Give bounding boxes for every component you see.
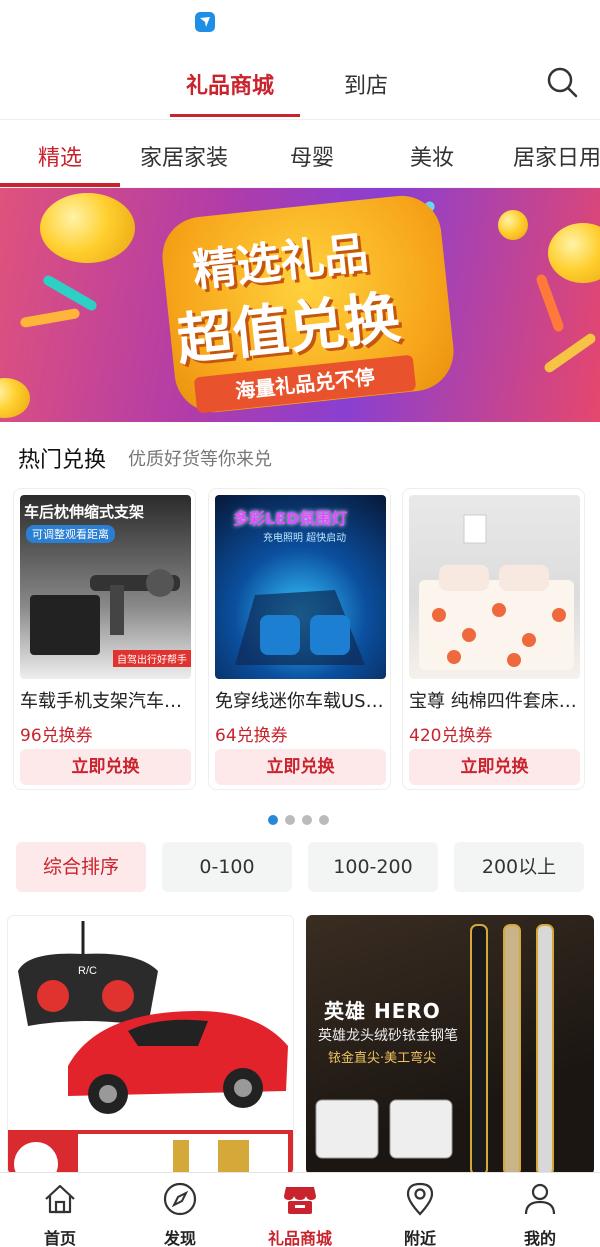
product-price: 420兑换券 bbox=[409, 726, 493, 746]
product-image: 车后枕伸缩式支架 可调整观看距离 自驾出行好帮手 bbox=[20, 495, 191, 679]
nav-nearby[interactable]: 附近 bbox=[370, 1179, 470, 1247]
hot-product-list: 车后枕伸缩式支架 可调整观看距离 自驾出行好帮手 车载手机支架汽车后座头枕 96… bbox=[0, 488, 600, 790]
coin-decoration bbox=[0, 378, 30, 418]
nav-gift-mall[interactable]: 礼品商城 bbox=[250, 1179, 350, 1247]
filter-default-sort[interactable]: 综合排序 bbox=[16, 842, 146, 892]
hot-subtitle: 优质好货等你来兑 bbox=[128, 449, 272, 470]
search-icon[interactable] bbox=[544, 64, 580, 100]
nav-profile[interactable]: 我的 bbox=[490, 1179, 590, 1247]
hot-section-header: 热门兑换 优质好货等你来兑 bbox=[0, 422, 600, 488]
filter-200-plus[interactable]: 200以上 bbox=[454, 842, 584, 892]
pager-dot[interactable] bbox=[319, 815, 329, 825]
shop-icon bbox=[284, 1187, 316, 1214]
active-tab-indicator bbox=[170, 114, 300, 117]
status-bar bbox=[0, 0, 600, 50]
product-price: 96兑换券 bbox=[20, 726, 93, 746]
product-name: 免穿线迷你车载USB氛围灯 bbox=[215, 691, 386, 712]
nav-label: 我的 bbox=[523, 1229, 556, 1247]
user-icon bbox=[524, 1183, 556, 1215]
app-notification-icon bbox=[195, 12, 215, 32]
category-daily-use[interactable]: 居家日用 bbox=[513, 140, 600, 172]
nav-home[interactable]: 首页 bbox=[10, 1179, 110, 1247]
redeem-button[interactable]: 立即兑换 bbox=[20, 749, 191, 785]
nav-label: 附近 bbox=[403, 1229, 436, 1247]
image-caption: 多彩LED氛围灯 bbox=[233, 509, 348, 528]
product-card[interactable]: 英雄 HERO 英雄龙头绒砂铱金钢笔 铱金直尖·美工弯尖 bbox=[306, 915, 594, 1175]
category-underline bbox=[0, 183, 120, 187]
category-beauty[interactable]: 美妆 bbox=[410, 140, 454, 172]
product-image bbox=[409, 495, 580, 679]
product-price: 64兑换券 bbox=[215, 726, 288, 746]
image-caption: 车后枕伸缩式支架 bbox=[24, 503, 145, 521]
product-image: 多彩LED氛围灯 充电照明 超快启动 bbox=[215, 495, 386, 679]
promo-banner[interactable]: 精选礼品 超值兑换 海量礼品兑不停 bbox=[0, 188, 600, 422]
coin-decoration bbox=[548, 223, 600, 283]
product-name: 车载手机支架汽车后座头枕 bbox=[20, 691, 191, 712]
image-corner-tag: 自驾出行好帮手 bbox=[113, 650, 191, 667]
confetti-decoration bbox=[41, 273, 99, 313]
coin-decoration bbox=[498, 210, 528, 240]
pager-dot[interactable] bbox=[302, 815, 312, 825]
category-mother-baby[interactable]: 母婴 bbox=[290, 140, 334, 172]
image-tag: 可调整观看距离 bbox=[26, 525, 115, 543]
bedding-illustration bbox=[419, 514, 574, 670]
hot-product-card[interactable]: 车后枕伸缩式支架 可调整观看距离 自驾出行好帮手 车载手机支架汽车后座头枕 96… bbox=[13, 488, 196, 790]
home-icon bbox=[45, 1184, 75, 1214]
redeem-button[interactable]: 立即兑换 bbox=[409, 749, 580, 785]
product-name: 宝尊 纯棉四件套床上用品 bbox=[409, 691, 580, 712]
nav-label: 礼品商城 bbox=[267, 1229, 332, 1247]
hot-product-card[interactable]: 多彩LED氛围灯 充电照明 超快启动 免穿线迷你车载USB氛围灯 64兑换券 立… bbox=[208, 488, 391, 790]
pager-dot[interactable] bbox=[268, 815, 278, 825]
location-icon bbox=[406, 1182, 434, 1216]
filter-0-100[interactable]: 0-100 bbox=[162, 842, 292, 892]
car-interior-illustration bbox=[235, 590, 365, 665]
carousel-pager bbox=[268, 815, 329, 825]
filter-100-200[interactable]: 100-200 bbox=[308, 842, 438, 892]
category-featured[interactable]: 精选 bbox=[38, 140, 82, 172]
nav-discover[interactable]: 发现 bbox=[130, 1179, 230, 1247]
compass-icon bbox=[163, 1182, 197, 1216]
pager-dot[interactable] bbox=[285, 815, 295, 825]
pen-illustration bbox=[315, 924, 554, 1175]
category-nav: 精选 家居家装 母婴 美妆 居家日用 bbox=[0, 120, 600, 188]
category-home-decor[interactable]: 家居家装 bbox=[140, 140, 228, 172]
hot-product-card[interactable]: 宝尊 纯棉四件套床上用品 420兑换券 立即兑换 bbox=[402, 488, 585, 790]
remote-label: R/C bbox=[78, 965, 97, 977]
coin-decoration bbox=[40, 193, 135, 263]
product-grid: R/C 英雄 HERO 英雄龙头绒砂铱金钢笔 铱金直尖·美工弯尖 bbox=[0, 915, 600, 1175]
tab-gift-mall[interactable]: 礼品商城 bbox=[186, 68, 274, 100]
confetti-decoration bbox=[19, 307, 81, 329]
redeem-button[interactable]: 立即兑换 bbox=[215, 749, 386, 785]
confetti-decoration bbox=[535, 273, 565, 333]
bottom-tab-bar: 首页 发现 礼品商城 附近 我的 bbox=[0, 1172, 600, 1247]
rc-car-illustration: R/C bbox=[8, 921, 293, 1174]
image-tag: 充电照明 超快启动 bbox=[263, 533, 347, 544]
sort-filter-bar: 综合排序 0-100 100-200 200以上 bbox=[16, 842, 584, 892]
top-nav: 礼品商城 到店 bbox=[0, 50, 600, 120]
nav-label: 发现 bbox=[163, 1229, 196, 1247]
tab-in-store[interactable]: 到店 bbox=[344, 68, 388, 100]
confetti-decoration bbox=[542, 331, 598, 375]
nav-label: 首页 bbox=[43, 1229, 76, 1247]
hot-title: 热门兑换 bbox=[18, 448, 107, 473]
product-card[interactable]: R/C bbox=[7, 915, 294, 1175]
